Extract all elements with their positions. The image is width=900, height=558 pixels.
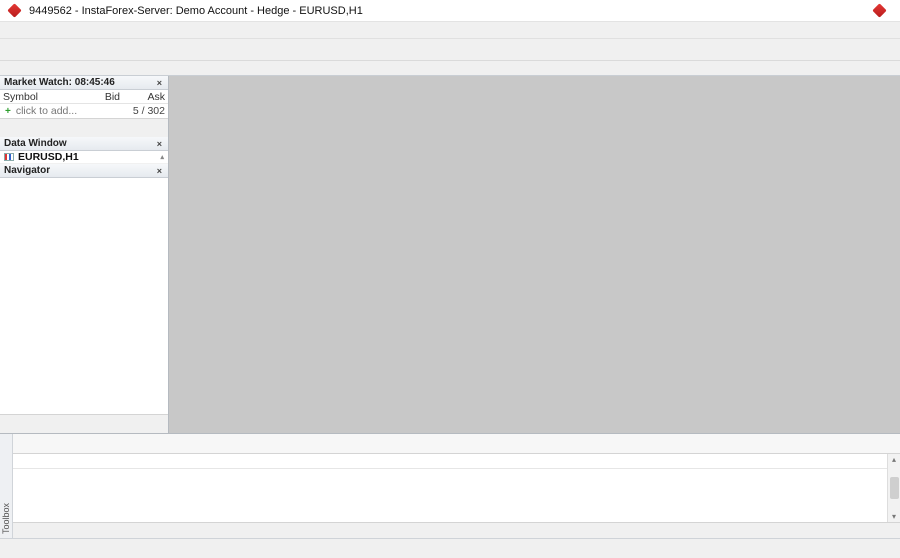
signals-table-rows bbox=[13, 469, 900, 522]
market-watch-header: Symbol Bid Ask bbox=[0, 90, 168, 104]
app-logo-icon bbox=[7, 3, 21, 17]
status-bar bbox=[0, 538, 900, 558]
scroll-up-icon[interactable]: ▴ bbox=[892, 455, 896, 464]
scroll-up-icon[interactable]: ▴ bbox=[160, 153, 164, 161]
market-watch-title: Market Watch: 08:45:46 bbox=[4, 77, 115, 88]
chart-file-icon bbox=[4, 153, 14, 161]
market-watch-caption: Market Watch: 08:45:46 × bbox=[0, 76, 168, 90]
data-window-panel: Data Window × EURUSD,H1 ▴ bbox=[0, 137, 168, 164]
market-watch-add-row[interactable]: + click to add... 5 / 302 bbox=[0, 104, 168, 118]
signals-table-header bbox=[13, 454, 900, 469]
column-bid[interactable]: Bid bbox=[75, 91, 120, 103]
chart-workspace bbox=[169, 76, 900, 433]
data-window-instrument[interactable]: EURUSD,H1 ▴ bbox=[0, 151, 168, 164]
close-icon[interactable]: × bbox=[155, 139, 164, 149]
toolbar bbox=[0, 39, 900, 61]
signals-panel: ▴ ▾ bbox=[13, 434, 900, 538]
toolbox-panel: Toolbox ▴ ▾ bbox=[0, 433, 900, 538]
add-symbol-label[interactable]: click to add... bbox=[16, 105, 77, 117]
market-watch-tabs bbox=[0, 118, 168, 137]
toolbox-side-strip[interactable]: Toolbox bbox=[0, 434, 13, 538]
navigator-title: Navigator bbox=[4, 165, 50, 176]
column-ask[interactable]: Ask bbox=[120, 91, 165, 103]
close-icon[interactable]: × bbox=[155, 78, 164, 88]
metaquotes-logo-icon bbox=[872, 3, 886, 17]
market-watch-panel: Market Watch: 08:45:46 × Symbol Bid Ask … bbox=[0, 76, 168, 137]
scroll-down-icon[interactable]: ▾ bbox=[892, 512, 896, 521]
navigator-panel: Navigator × bbox=[0, 164, 168, 433]
column-symbol[interactable]: Symbol bbox=[3, 91, 75, 103]
signals-tab-bar bbox=[13, 434, 900, 454]
data-window-caption: Data Window × bbox=[0, 137, 168, 151]
navigator-caption: Navigator × bbox=[0, 164, 168, 178]
menu-bar bbox=[0, 22, 900, 39]
metatrader-window: 9449562 - InstaForex-Server: Demo Accoun… bbox=[0, 0, 900, 558]
timeframe-bar bbox=[0, 61, 900, 76]
window-title: 9449562 - InstaForex-Server: Demo Accoun… bbox=[29, 5, 871, 17]
instrument-label: EURUSD,H1 bbox=[18, 151, 79, 163]
data-window-title: Data Window bbox=[4, 138, 67, 149]
toolbox-side-label: Toolbox bbox=[1, 503, 11, 534]
left-panel-stack: Market Watch: 08:45:46 × Symbol Bid Ask … bbox=[0, 76, 169, 433]
navigator-tree bbox=[0, 178, 168, 414]
title-bar: 9449562 - InstaForex-Server: Demo Accoun… bbox=[0, 0, 900, 22]
scrollbar-thumb[interactable] bbox=[890, 477, 899, 499]
signals-scrollbar[interactable]: ▴ ▾ bbox=[887, 454, 900, 522]
navigator-tabs bbox=[0, 414, 168, 433]
toolbox-bottom-tabs bbox=[13, 522, 900, 538]
symbol-count: 5 / 302 bbox=[133, 105, 165, 117]
add-symbol-icon[interactable]: + bbox=[5, 106, 11, 117]
close-icon[interactable]: × bbox=[155, 166, 164, 176]
